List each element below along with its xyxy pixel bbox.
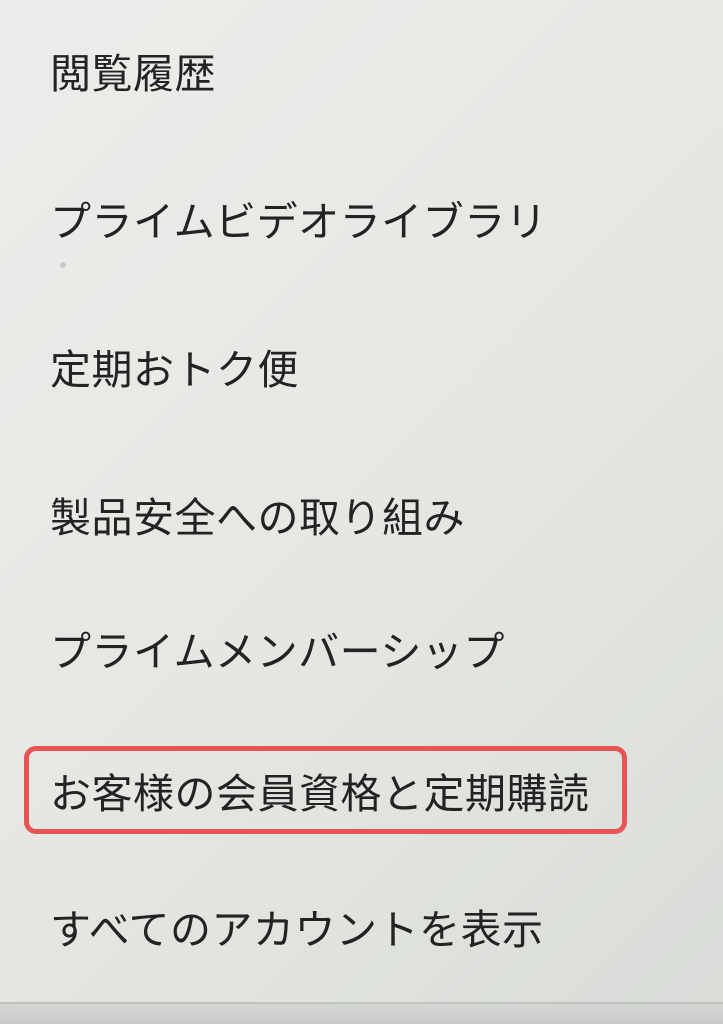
menu-item-view-all-account[interactable]: すべてのアカウントを表示	[50, 902, 544, 958]
menu-item-product-safety[interactable]: 製品安全への取り組み	[50, 490, 465, 546]
bottom-edge	[0, 1002, 723, 1024]
menu-item-prime-video-library[interactable]: プライムビデオライブラリ	[50, 194, 547, 250]
account-menu-list: 閲覧履歴 プライムビデオライブラリ 定期おトク便 製品安全への取り組み プライム…	[0, 0, 723, 1024]
highlight-annotation-box	[24, 746, 627, 834]
menu-item-subscribe-and-save[interactable]: 定期おトク便	[50, 342, 299, 398]
menu-item-browsing-history[interactable]: 閲覧履歴	[50, 46, 216, 102]
menu-item-prime-membership[interactable]: プライムメンバーシップ	[50, 624, 505, 680]
screen-speck	[60, 262, 66, 268]
